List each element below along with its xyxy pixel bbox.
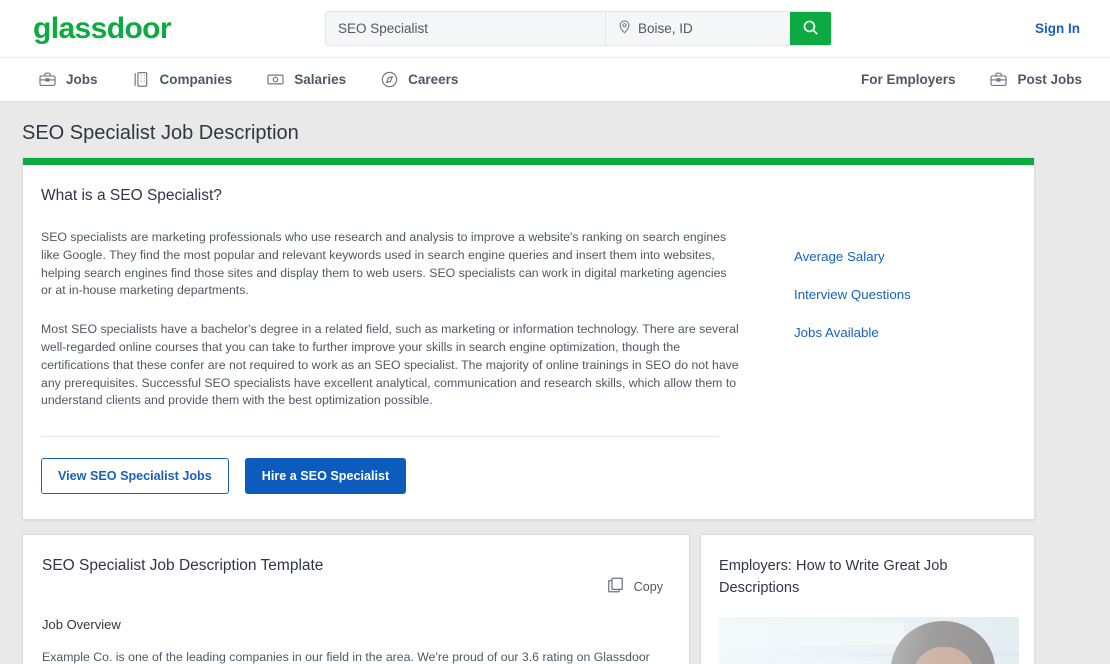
woman-at-laptop-photo [719, 617, 1019, 664]
hire-specialist-button[interactable]: Hire a SEO Specialist [245, 458, 406, 494]
search-keyword-input[interactable] [326, 12, 605, 45]
overview-links-column: Average Salary Interview Questions Jobs … [739, 187, 1018, 431]
nav-item-label: For Employers [861, 72, 956, 87]
nav-right-group: For Employers Post Jobs [861, 70, 1082, 89]
briefcase-icon [989, 70, 1008, 89]
nav-item-companies[interactable]: Companies [132, 70, 233, 89]
template-heading: SEO Specialist Job Description Template [42, 557, 669, 575]
nav-item-for-employers[interactable]: For Employers [861, 72, 956, 87]
overview-heading: What is a SEO Specialist? [41, 187, 739, 205]
card-accent-bar [23, 158, 1034, 165]
template-card: SEO Specialist Job Description Template … [22, 534, 690, 664]
copy-icon [606, 575, 625, 598]
photo-overlay [719, 617, 1019, 664]
search-location-input[interactable] [632, 21, 762, 36]
nav-item-label: Salaries [294, 72, 346, 87]
promo-card: Employers: How to Write Great Job Descri… [700, 534, 1035, 664]
link-average-salary[interactable]: Average Salary [794, 249, 1018, 264]
link-jobs-available[interactable]: Jobs Available [794, 325, 1018, 340]
compass-icon [380, 70, 399, 89]
nav-item-careers[interactable]: Careers [380, 70, 458, 89]
search-bar [325, 11, 832, 46]
location-pin-icon [617, 19, 632, 39]
search-location-group [606, 12, 790, 45]
nav-item-salaries[interactable]: Salaries [266, 70, 346, 89]
overview-paragraph: Most SEO specialists have a bachelor's d… [41, 321, 739, 410]
page-title: SEO Specialist Job Description [22, 102, 1088, 157]
overview-text-column: What is a SEO Specialist? SEO specialist… [39, 187, 739, 431]
building-icon [132, 70, 151, 89]
nav-item-label: Post Jobs [1017, 72, 1082, 87]
nav-item-post-jobs[interactable]: Post Jobs [989, 70, 1082, 89]
copy-button-label: Copy [634, 580, 663, 594]
link-interview-questions[interactable]: Interview Questions [794, 287, 1018, 302]
overview-card-body: What is a SEO Specialist? SEO specialist… [23, 165, 1034, 431]
page-content: SEO Specialist Job Description What is a… [0, 102, 1110, 664]
nav-left-group: Jobs Companies Salaries [38, 70, 458, 89]
overview-paragraph: SEO specialists are marketing profession… [41, 229, 739, 300]
nav-item-label: Companies [160, 72, 233, 87]
search-icon [802, 19, 819, 39]
job-overview-body: Example Co. is one of the leading compan… [42, 649, 669, 664]
job-overview-heading: Job Overview [42, 617, 669, 632]
briefcase-icon [38, 70, 57, 89]
bottom-row: SEO Specialist Job Description Template … [22, 534, 1088, 664]
nav-item-label: Careers [408, 72, 458, 87]
money-icon [266, 70, 285, 89]
main-nav: Jobs Companies Salaries [0, 57, 1110, 102]
overview-card: What is a SEO Specialist? SEO specialist… [22, 157, 1035, 520]
search-submit-button[interactable] [790, 12, 831, 45]
nav-item-jobs[interactable]: Jobs [38, 70, 98, 89]
promo-heading: Employers: How to Write Great Job Descri… [719, 555, 1016, 599]
sign-in-link[interactable]: Sign In [1035, 21, 1080, 36]
overview-button-row: View SEO Specialist Jobs Hire a SEO Spec… [23, 437, 1034, 519]
glassdoor-logo[interactable]: glassdoor [33, 14, 171, 44]
view-jobs-button[interactable]: View SEO Specialist Jobs [41, 458, 229, 494]
site-header: glassdoor Sign In [0, 0, 1110, 57]
copy-button[interactable]: Copy [606, 575, 663, 598]
nav-item-label: Jobs [66, 72, 98, 87]
